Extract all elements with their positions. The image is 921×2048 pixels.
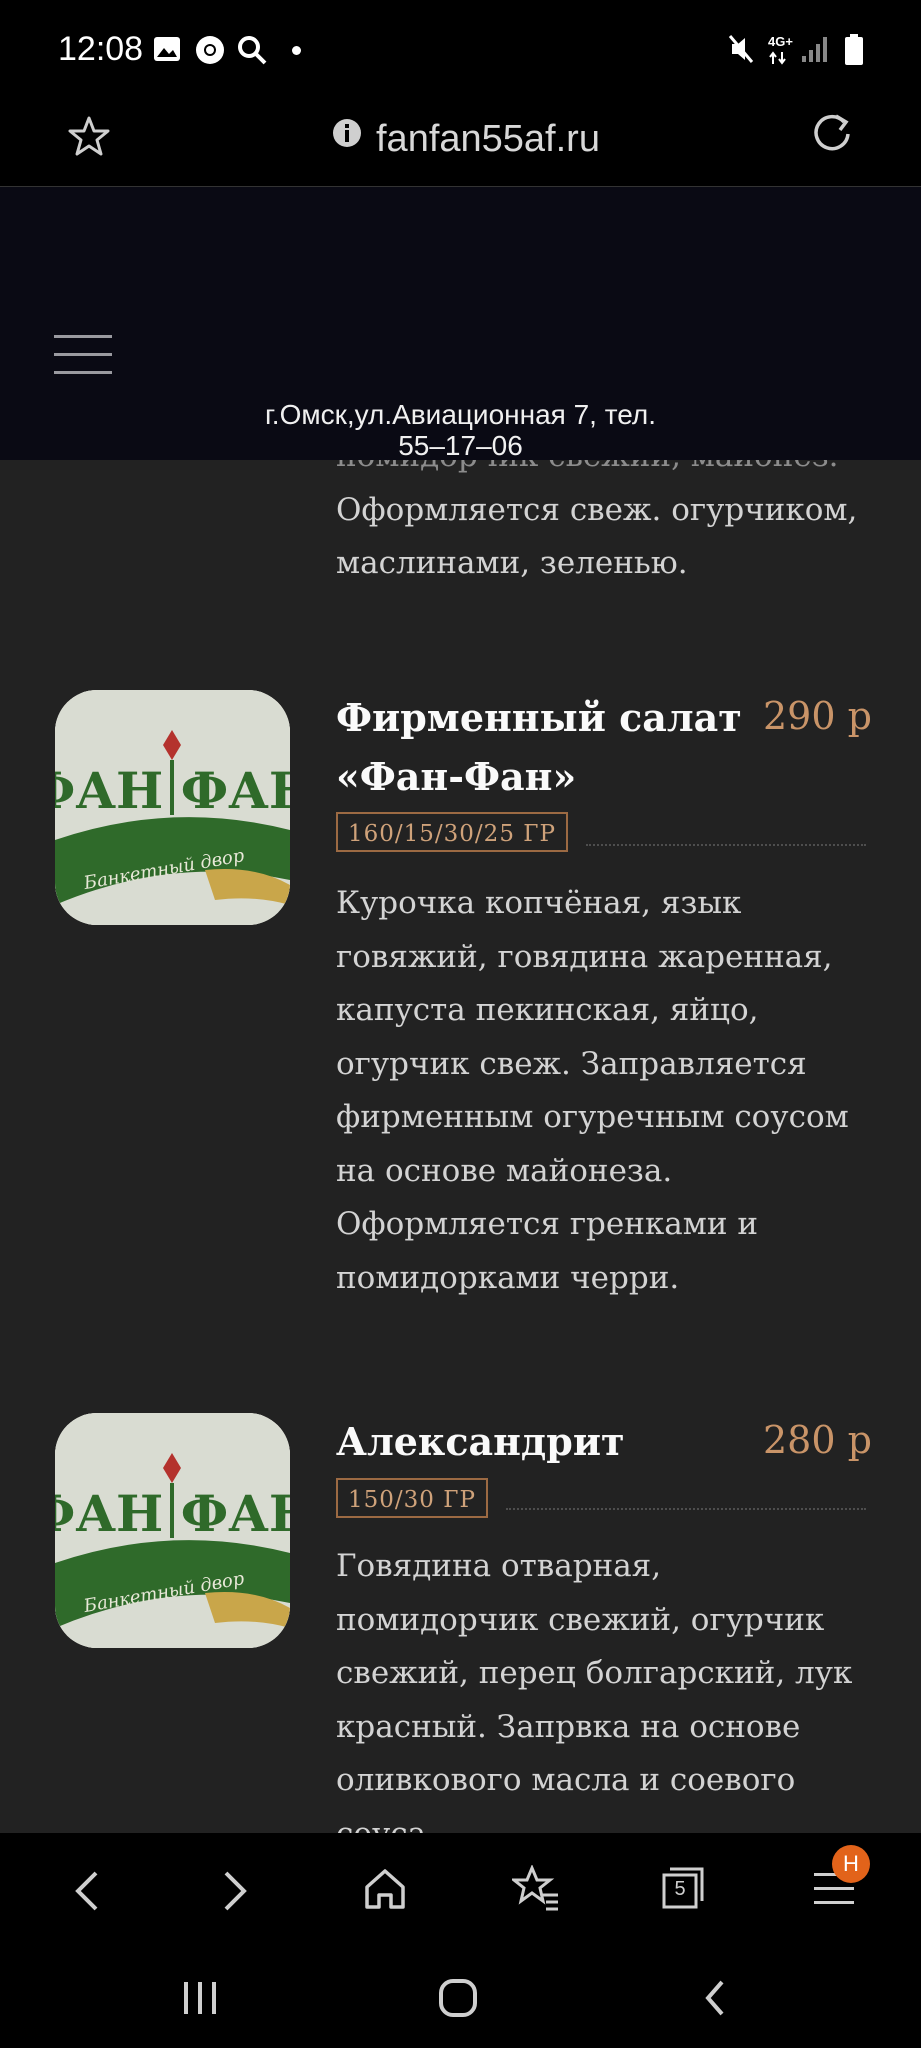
menu-item-image[interactable]: ФАН ФАН Банкетный двор [55,690,290,925]
system-back-icon[interactable] [700,1978,730,2018]
tabs-icon[interactable]: 5 [660,1865,706,1911]
notification-badge: Н [832,1845,870,1883]
menu-item-image[interactable]: ФАН ФАН Банкетный двор [55,1413,290,1648]
system-nav-bar [0,1950,921,2048]
menu-item-description: Курочка копчёная, язык говяжий, говядина… [336,885,849,1296]
site-header: г.Омск,ул.Авиационная 7, тел. 55–17–06 [0,187,921,461]
dotted-divider [506,1508,866,1510]
status-bar: 12:08 4G+ [0,0,921,100]
dotted-divider [586,844,866,846]
star-icon[interactable] [68,115,110,157]
browser-bottom-nav: 5 Н [0,1833,921,1950]
url-text[interactable]: fanfan55af.ru [376,118,600,161]
menu-item-description: Говядина отварная, помидорчик свежий, ог… [336,1548,853,1852]
signal-icon [802,37,827,62]
logo-text: ФАН ФАН [55,761,290,820]
mute-icon [728,35,754,63]
logo-text: ФАН ФАН [55,1484,290,1543]
recents-icon[interactable] [180,1980,220,2016]
home-icon[interactable] [363,1867,407,1911]
home-button-icon[interactable] [438,1978,478,2018]
logo-image: ФАН ФАН Банкетный двор [55,690,290,925]
search-icon [238,36,267,65]
hamburger-icon[interactable] [54,333,112,377]
tabs-count: 5 [674,1878,686,1900]
network-icon [769,51,786,65]
site-address: г.Омск,ул.Авиационная 7, тел. 55–17–06 [265,399,656,461]
battery-icon [845,34,863,65]
menu-item-price: 290 р [763,694,872,738]
logo-image: ФАН ФАН Банкетный двор [55,1413,290,1648]
forward-icon[interactable] [218,1869,252,1913]
network-type: 4G+ [768,34,793,49]
status-time: 12:08 [58,30,144,68]
info-icon[interactable] [332,118,362,148]
menu-item-title: Фирменный салат «Фан-Фан» [336,695,742,799]
back-icon[interactable] [70,1869,104,1913]
reload-icon[interactable] [810,110,854,154]
menu-item-price: 280 р [763,1418,872,1462]
chrome-icon [196,36,224,64]
dot-icon [292,46,301,55]
menu-item-weight: 160/15/30/25 ГР [336,812,568,852]
menu-item-title: Александрит [336,1419,625,1464]
url-bar: fanfan55af.ru [0,100,921,187]
image-icon [154,37,180,61]
menu-item-weight: 150/30 ГР [336,1478,488,1518]
bookmarks-icon[interactable] [512,1865,560,1911]
